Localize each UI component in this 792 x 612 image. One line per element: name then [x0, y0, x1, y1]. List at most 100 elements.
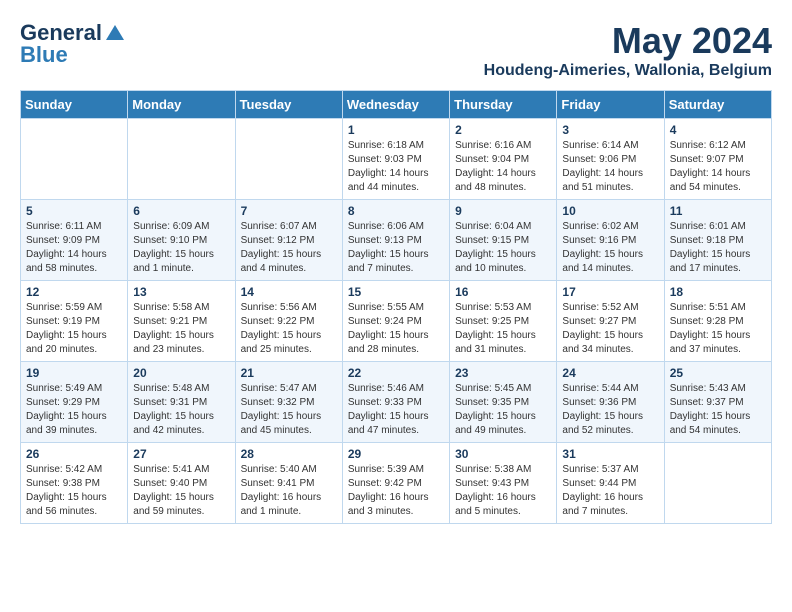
calendar-cell: 13Sunrise: 5:58 AM Sunset: 9:21 PM Dayli… — [128, 281, 235, 362]
week-row-5: 26Sunrise: 5:42 AM Sunset: 9:38 PM Dayli… — [21, 443, 772, 524]
day-number: 14 — [241, 285, 337, 299]
weekday-header-thursday: Thursday — [450, 91, 557, 119]
calendar-cell: 18 Sunrise: 5:51 AM Sunset: 9:28 PM Dayli… — [664, 281, 771, 362]
day-number: 5 — [26, 204, 122, 218]
logo-icon — [104, 22, 126, 44]
calendar-cell: 7 Sunrise: 6:07 AM Sunset: 9:12 PM Daylig… — [235, 200, 342, 281]
calendar-cell — [235, 119, 342, 200]
day-info: Sunrise: 6:02 AM Sunset: 9:16 PM Dayligh… — [562, 220, 658, 276]
calendar-cell — [128, 119, 235, 200]
calendar-cell: 9 Sunrise: 6:04 AM Sunset: 9:15 PM Daylig… — [450, 200, 557, 281]
page-header: General Blue May 2024 Houdeng-Aimeries, … — [20, 20, 772, 80]
day-info: Sunrise: 6:14 AM Sunset: 9:06 PM Dayligh… — [562, 139, 658, 195]
day-number: 29 — [348, 447, 444, 461]
day-number: 6 — [133, 204, 229, 218]
day-number: 19 — [26, 366, 122, 380]
day-info: Sunrise: 6:06 AM Sunset: 9:13 PM Dayligh… — [348, 220, 444, 276]
day-number: 3 — [562, 123, 658, 137]
weekday-header-friday: Friday — [557, 91, 664, 119]
day-info: Sunrise: 5:41 AM Sunset: 9:40 PM Dayligh… — [133, 463, 229, 519]
calendar-cell: 20Sunrise: 5:48 AM Sunset: 9:31 PM Dayli… — [128, 362, 235, 443]
day-info: Sunrise: 5:52 AM Sunset: 9:27 PM Dayligh… — [562, 301, 658, 357]
day-info: Sunrise: 5:53 AM Sunset: 9:25 PM Dayligh… — [455, 301, 551, 357]
calendar-cell: 5Sunrise: 6:11 AM Sunset: 9:09 PM Daylig… — [21, 200, 128, 281]
calendar-cell: 12 Sunrise: 5:59 AM Sunset: 9:19 PM Dayli… — [21, 281, 128, 362]
month-title: May 2024 — [484, 20, 772, 62]
day-number: 31 — [562, 447, 658, 461]
day-info: Sunrise: 5:44 AM Sunset: 9:36 PM Dayligh… — [562, 382, 658, 438]
day-info: Sunrise: 5:46 AM Sunset: 9:33 PM Dayligh… — [348, 382, 444, 438]
calendar-cell: 17 Sunrise: 5:52 AM Sunset: 9:27 PM Dayli… — [557, 281, 664, 362]
weekday-header-sunday: Sunday — [21, 91, 128, 119]
day-number: 13 — [133, 285, 229, 299]
day-number: 8 — [348, 204, 444, 218]
calendar-cell: 3 Sunrise: 6:14 AM Sunset: 9:06 PM Daylig… — [557, 119, 664, 200]
calendar-cell: 26Sunrise: 5:42 AM Sunset: 9:38 PM Dayli… — [21, 443, 128, 524]
week-row-3: 12 Sunrise: 5:59 AM Sunset: 9:19 PM Dayli… — [21, 281, 772, 362]
day-info: Sunrise: 5:47 AM Sunset: 9:32 PM Dayligh… — [241, 382, 337, 438]
week-row-4: 19 Sunrise: 5:49 AM Sunset: 9:29 PM Dayli… — [21, 362, 772, 443]
day-info: Sunrise: 5:59 AM Sunset: 9:19 PM Dayligh… — [26, 301, 122, 357]
day-number: 16 — [455, 285, 551, 299]
day-info: Sunrise: 6:16 AM Sunset: 9:04 PM Dayligh… — [455, 139, 551, 195]
logo: General Blue — [20, 20, 126, 68]
day-number: 28 — [241, 447, 337, 461]
day-number: 9 — [455, 204, 551, 218]
day-info: Sunrise: 5:39 AM Sunset: 9:42 PM Dayligh… — [348, 463, 444, 519]
day-number: 22 — [348, 366, 444, 380]
day-info: Sunrise: 5:55 AM Sunset: 9:24 PM Dayligh… — [348, 301, 444, 357]
day-number: 12 — [26, 285, 122, 299]
day-number: 7 — [241, 204, 337, 218]
calendar-cell: 14 Sunrise: 5:56 AM Sunset: 9:22 PM Dayli… — [235, 281, 342, 362]
day-info: Sunrise: 5:45 AM Sunset: 9:35 PM Dayligh… — [455, 382, 551, 438]
day-info: Sunrise: 5:56 AM Sunset: 9:22 PM Dayligh… — [241, 301, 337, 357]
day-number: 11 — [670, 204, 766, 218]
weekday-header-saturday: Saturday — [664, 91, 771, 119]
calendar-cell: 31Sunrise: 5:37 AM Sunset: 9:44 PM Dayli… — [557, 443, 664, 524]
day-number: 18 — [670, 285, 766, 299]
day-info: Sunrise: 5:48 AM Sunset: 9:31 PM Dayligh… — [133, 382, 229, 438]
day-info: Sunrise: 5:43 AM Sunset: 9:37 PM Dayligh… — [670, 382, 766, 438]
calendar-cell: 30 Sunrise: 5:38 AM Sunset: 9:43 PM Dayli… — [450, 443, 557, 524]
day-number: 1 — [348, 123, 444, 137]
weekday-header-wednesday: Wednesday — [342, 91, 449, 119]
day-info: Sunrise: 5:38 AM Sunset: 9:43 PM Dayligh… — [455, 463, 551, 519]
calendar-cell: 24Sunrise: 5:44 AM Sunset: 9:36 PM Dayli… — [557, 362, 664, 443]
day-info: Sunrise: 6:07 AM Sunset: 9:12 PM Dayligh… — [241, 220, 337, 276]
day-info: Sunrise: 5:40 AM Sunset: 9:41 PM Dayligh… — [241, 463, 337, 519]
day-info: Sunrise: 5:51 AM Sunset: 9:28 PM Dayligh… — [670, 301, 766, 357]
day-info: Sunrise: 6:09 AM Sunset: 9:10 PM Dayligh… — [133, 220, 229, 276]
calendar-cell: 10Sunrise: 6:02 AM Sunset: 9:16 PM Dayli… — [557, 200, 664, 281]
day-number: 30 — [455, 447, 551, 461]
logo-blue: Blue — [20, 42, 68, 68]
calendar-cell: 16 Sunrise: 5:53 AM Sunset: 9:25 PM Dayli… — [450, 281, 557, 362]
location-title: Houdeng-Aimeries, Wallonia, Belgium — [484, 62, 772, 80]
week-row-2: 5Sunrise: 6:11 AM Sunset: 9:09 PM Daylig… — [21, 200, 772, 281]
day-number: 15 — [348, 285, 444, 299]
day-info: Sunrise: 6:12 AM Sunset: 9:07 PM Dayligh… — [670, 139, 766, 195]
day-number: 25 — [670, 366, 766, 380]
day-number: 23 — [455, 366, 551, 380]
weekday-header-monday: Monday — [128, 91, 235, 119]
day-number: 21 — [241, 366, 337, 380]
calendar-cell: 15 Sunrise: 5:55 AM Sunset: 9:24 PM Dayli… — [342, 281, 449, 362]
day-info: Sunrise: 6:01 AM Sunset: 9:18 PM Dayligh… — [670, 220, 766, 276]
day-number: 26 — [26, 447, 122, 461]
day-number: 27 — [133, 447, 229, 461]
day-info: Sunrise: 6:04 AM Sunset: 9:15 PM Dayligh… — [455, 220, 551, 276]
calendar-cell: 23 Sunrise: 5:45 AM Sunset: 9:35 PM Dayli… — [450, 362, 557, 443]
calendar-cell: 19 Sunrise: 5:49 AM Sunset: 9:29 PM Dayli… — [21, 362, 128, 443]
week-row-1: 1 Sunrise: 6:18 AM Sunset: 9:03 PM Daylig… — [21, 119, 772, 200]
calendar-cell: 2Sunrise: 6:16 AM Sunset: 9:04 PM Daylig… — [450, 119, 557, 200]
day-number: 17 — [562, 285, 658, 299]
calendar-cell: 29 Sunrise: 5:39 AM Sunset: 9:42 PM Dayli… — [342, 443, 449, 524]
calendar-cell: 25 Sunrise: 5:43 AM Sunset: 9:37 PM Dayli… — [664, 362, 771, 443]
calendar-cell: 27 Sunrise: 5:41 AM Sunset: 9:40 PM Dayli… — [128, 443, 235, 524]
weekday-header-tuesday: Tuesday — [235, 91, 342, 119]
calendar-cell: 22 Sunrise: 5:46 AM Sunset: 9:33 PM Dayli… — [342, 362, 449, 443]
calendar-cell: 4Sunrise: 6:12 AM Sunset: 9:07 PM Daylig… — [664, 119, 771, 200]
day-info: Sunrise: 6:18 AM Sunset: 9:03 PM Dayligh… — [348, 139, 444, 195]
day-info: Sunrise: 5:49 AM Sunset: 9:29 PM Dayligh… — [26, 382, 122, 438]
weekday-header-row: SundayMondayTuesdayWednesdayThursdayFrid… — [21, 91, 772, 119]
calendar-table: SundayMondayTuesdayWednesdayThursdayFrid… — [20, 90, 772, 524]
